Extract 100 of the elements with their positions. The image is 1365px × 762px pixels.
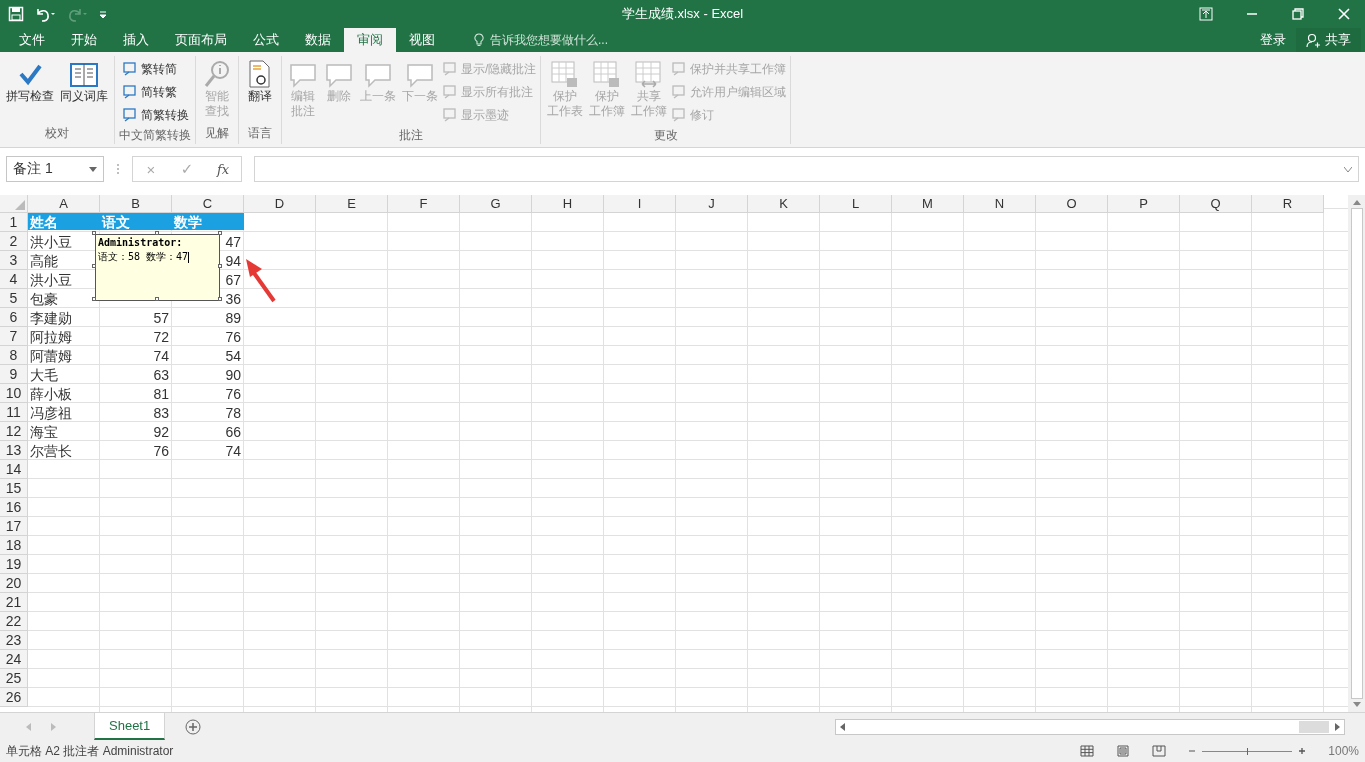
column-header[interactable]: R: [1252, 195, 1324, 213]
column-header[interactable]: H: [532, 195, 604, 213]
row-header[interactable]: 26: [0, 688, 28, 707]
row-header[interactable]: 25: [0, 669, 28, 688]
resize-handle[interactable]: [218, 297, 222, 301]
row-header[interactable]: 14: [0, 460, 28, 479]
row-header[interactable]: 5: [0, 289, 28, 308]
table-cell: 76: [225, 386, 241, 402]
ribbon-tab[interactable]: 数据: [292, 28, 344, 52]
resize-handle[interactable]: [92, 264, 96, 268]
row-header[interactable]: 9: [0, 365, 28, 384]
row-header[interactable]: 7: [0, 327, 28, 346]
ribbon-tab[interactable]: 页面布局: [162, 28, 240, 52]
normal-view-icon[interactable]: [1080, 745, 1095, 757]
column-header[interactable]: F: [388, 195, 460, 213]
row-header[interactable]: 3: [0, 251, 28, 270]
column-header[interactable]: D: [244, 195, 316, 213]
resize-handle[interactable]: [155, 297, 159, 301]
column-header[interactable]: E: [316, 195, 388, 213]
column-header[interactable]: J: [676, 195, 748, 213]
comment-box[interactable]: Administrator: 语文：58 数学：47: [95, 234, 220, 301]
ribbon-tab[interactable]: 视图: [396, 28, 448, 52]
column-header[interactable]: Q: [1180, 195, 1252, 213]
row-header[interactable]: 2: [0, 232, 28, 251]
ribbon-button[interactable]: 拼写检查: [4, 59, 56, 104]
row-header[interactable]: 15: [0, 479, 28, 498]
sheet-tab[interactable]: Sheet1: [94, 712, 166, 740]
tell-me-field[interactable]: 告诉我您想要做什么...: [474, 28, 642, 52]
table-cell: 洪小豆: [30, 234, 72, 250]
table-cell: 47: [225, 234, 241, 250]
column-header[interactable]: P: [1108, 195, 1180, 213]
ribbon-tab[interactable]: 审阅: [344, 28, 396, 52]
table-cell: 57: [153, 310, 169, 326]
resize-handle[interactable]: [92, 231, 96, 235]
row-header[interactable]: 17: [0, 517, 28, 536]
row-header[interactable]: 11: [0, 403, 28, 422]
column-header[interactable]: A: [28, 195, 100, 213]
row-header[interactable]: 8: [0, 346, 28, 365]
ribbon-display-icon[interactable]: [1199, 7, 1213, 21]
vertical-scrollbar[interactable]: [1348, 195, 1365, 712]
restore-icon[interactable]: [1291, 7, 1305, 21]
resize-handle[interactable]: [218, 231, 222, 235]
row-header[interactable]: 12: [0, 422, 28, 441]
annotation-arrow: [244, 257, 276, 303]
row-header[interactable]: 1: [0, 213, 28, 232]
ribbon-tab[interactable]: 插入: [110, 28, 162, 52]
column-header[interactable]: O: [1036, 195, 1108, 213]
ribbon-button[interactable]: 翻译: [243, 59, 277, 104]
column-header[interactable]: L: [820, 195, 892, 213]
close-icon[interactable]: [1337, 7, 1351, 21]
ribbon-tab[interactable]: 文件: [6, 28, 58, 52]
row-header[interactable]: 24: [0, 650, 28, 669]
row-header[interactable]: 10: [0, 384, 28, 403]
column-header[interactable]: K: [748, 195, 820, 213]
zoom-in-icon[interactable]: [1298, 747, 1307, 755]
row-header[interactable]: 18: [0, 536, 28, 555]
column-header[interactable]: N: [964, 195, 1036, 213]
resize-handle[interactable]: [92, 297, 96, 301]
table-cell: 78: [225, 405, 241, 421]
undo-icon[interactable]: [34, 6, 56, 22]
row-header[interactable]: 13: [0, 441, 28, 460]
table-cell: 薛小板: [30, 386, 72, 402]
row-header[interactable]: 4: [0, 270, 28, 289]
column-header[interactable]: B: [100, 195, 172, 213]
horizontal-scrollbar[interactable]: [835, 718, 1345, 735]
resize-handle[interactable]: [155, 231, 159, 235]
column-header[interactable]: G: [460, 195, 532, 213]
row-header[interactable]: 16: [0, 498, 28, 517]
add-sheet-icon[interactable]: [185, 718, 202, 735]
ribbon-button[interactable]: 同义词库: [58, 59, 110, 104]
zoom-level[interactable]: 100%: [1328, 744, 1359, 758]
resize-handle[interactable]: [218, 264, 222, 268]
comment-icon: [442, 84, 458, 100]
ribbon-button[interactable]: 简转繁: [121, 82, 189, 102]
save-icon[interactable]: [8, 6, 24, 22]
row-header[interactable]: 6: [0, 308, 28, 327]
ribbon-button[interactable]: 简繁转换: [121, 105, 189, 125]
row-header[interactable]: 21: [0, 593, 28, 612]
column-header[interactable]: C: [172, 195, 244, 213]
window-title: 学生成绩.xlsx - Excel: [621, 5, 744, 23]
table-cell: 81: [153, 386, 169, 402]
row-header[interactable]: 20: [0, 574, 28, 593]
share-button[interactable]: 共享: [1296, 28, 1361, 52]
triangle-icon: [15, 200, 25, 210]
page-layout-icon[interactable]: [1116, 745, 1131, 757]
row-header[interactable]: 22: [0, 612, 28, 631]
formula-input[interactable]: [254, 156, 1359, 182]
sign-in-link[interactable]: 登录: [1250, 28, 1296, 52]
insert-function-button[interactable]: fx: [205, 161, 241, 177]
row-header[interactable]: 19: [0, 555, 28, 574]
ribbon-tab[interactable]: 公式: [240, 28, 292, 52]
column-header[interactable]: M: [892, 195, 964, 213]
ribbon-tab[interactable]: 开始: [58, 28, 110, 52]
down-arrow-icon: [1352, 702, 1361, 707]
column-header[interactable]: I: [604, 195, 676, 213]
table-cell: 67: [225, 272, 241, 288]
page-break-icon[interactable]: [1152, 745, 1167, 757]
row-header[interactable]: 23: [0, 631, 28, 650]
ribbon-button[interactable]: 繁转简: [121, 59, 189, 79]
name-box[interactable]: 备注 1: [6, 156, 104, 182]
